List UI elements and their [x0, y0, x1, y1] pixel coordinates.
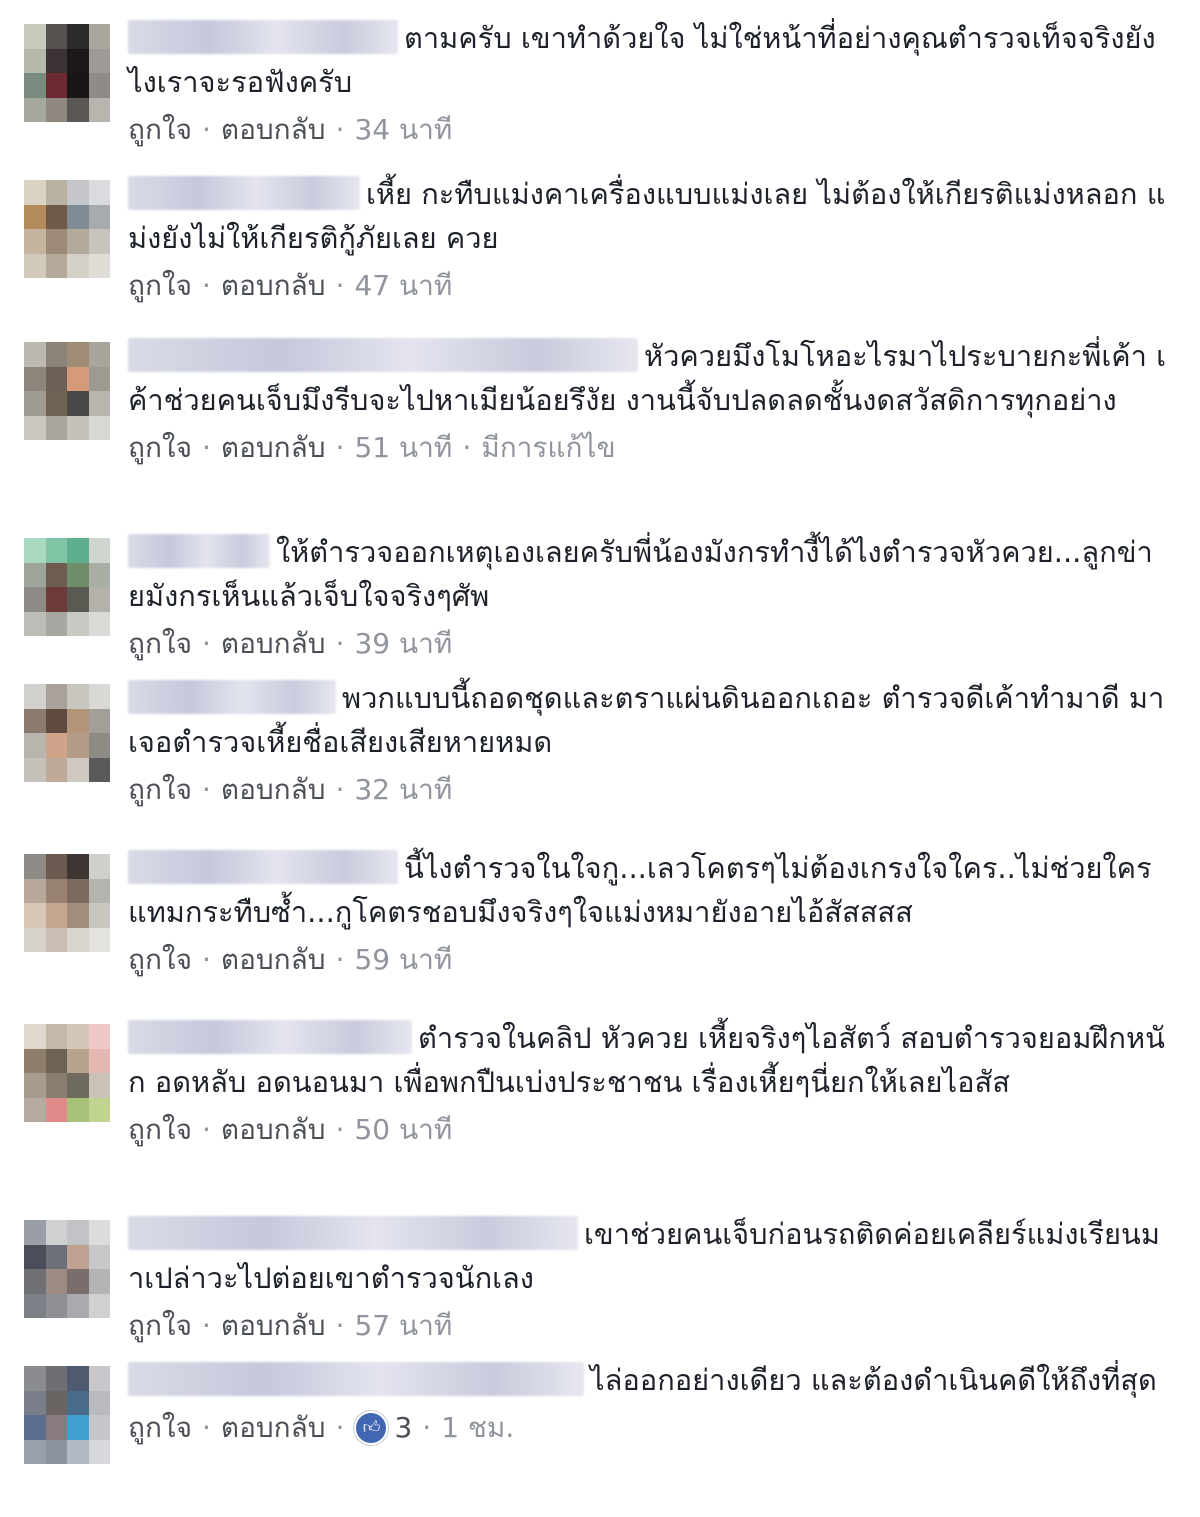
comment-text: ให้ตำรวจออกเหตุเองเลยครับพี่น้องมังกรทำง… — [128, 534, 1153, 613]
commenter-name-blurred[interactable] — [128, 1362, 584, 1396]
comment-text: ตามครับ เขาทำด้วยใจ ไม่ใช่หน้าที่อย่างคุ… — [128, 20, 1156, 99]
separator: · — [335, 1411, 345, 1444]
avatar[interactable] — [24, 854, 110, 952]
like-link[interactable]: ถูกใจ — [128, 1108, 192, 1152]
commenter-name-blurred[interactable] — [128, 1020, 412, 1054]
separator: · — [201, 943, 211, 976]
comment-list: ตามครับ เขาทำด้วยใจ ไม่ใช่หน้าที่อย่างคุ… — [0, 0, 1200, 1517]
comment-actions: ถูกใจ · ตอบกลับ · 👍︎ 3 · 1 ชม. — [128, 1406, 1168, 1450]
comment-text: เขาช่วยคนเจ็บก่อนรถติดค่อยเคลียร์แม่งเรี… — [128, 1216, 1160, 1295]
reply-link[interactable]: ตอบกลับ — [221, 426, 326, 470]
separator: · — [201, 269, 211, 302]
comment-actions: ถูกใจ · ตอบกลับ · 34 นาที — [128, 108, 1168, 152]
like-link[interactable]: ถูกใจ — [128, 1304, 192, 1348]
comment-timestamp[interactable]: 34 นาที — [354, 108, 452, 152]
reply-link[interactable]: ตอบกลับ — [221, 1304, 326, 1348]
reply-link[interactable]: ตอบกลับ — [221, 938, 326, 982]
comment-actions: ถูกใจ · ตอบกลับ · 47 นาที — [128, 264, 1168, 308]
separator: · — [201, 773, 211, 806]
avatar[interactable] — [24, 684, 110, 782]
comment-timestamp[interactable]: 32 นาที — [354, 768, 452, 812]
like-link[interactable]: ถูกใจ — [128, 108, 192, 152]
comment-text: ตำรวจในคลิป หัวควย เหี้ยจริงๆไอสัตว์ สอบ… — [128, 1020, 1165, 1099]
commenter-name-blurred[interactable] — [128, 338, 638, 372]
avatar[interactable] — [24, 1366, 110, 1464]
reply-link[interactable]: ตอบกลับ — [221, 1108, 326, 1152]
like-link[interactable]: ถูกใจ — [128, 768, 192, 812]
separator: · — [201, 431, 211, 464]
commenter-name-blurred[interactable] — [128, 1216, 578, 1250]
separator: · — [462, 431, 472, 464]
comment-timestamp[interactable]: 39 นาที — [354, 622, 452, 666]
reply-link[interactable]: ตอบกลับ — [221, 622, 326, 666]
separator: · — [201, 1113, 211, 1146]
like-icon: 👍︎ — [354, 1411, 389, 1445]
like-link[interactable]: ถูกใจ — [128, 1406, 192, 1450]
commenter-name-blurred[interactable] — [128, 680, 336, 714]
separator: · — [201, 1411, 211, 1444]
separator: · — [335, 773, 345, 806]
separator: · — [335, 1113, 345, 1146]
comment-timestamp[interactable]: 47 นาที — [354, 264, 452, 308]
comment-text: พวกแบบนี้ถอดชุดและตราแผ่นดินออกเถอะ ตำรว… — [128, 680, 1165, 759]
comment-timestamp[interactable]: 51 นาที — [354, 426, 452, 470]
like-link[interactable]: ถูกใจ — [128, 264, 192, 308]
comment-timestamp[interactable]: 50 นาที — [354, 1108, 452, 1152]
comment-actions: ถูกใจ · ตอบกลับ · 59 นาที — [128, 938, 1168, 982]
comment-text: หัวควยมึงโมโหอะไรมาไประบายกะพี่เค้า เค้า… — [128, 338, 1167, 417]
reply-link[interactable]: ตอบกลับ — [221, 264, 326, 308]
commenter-name-blurred[interactable] — [128, 20, 398, 54]
comment-actions: ถูกใจ · ตอบกลับ · 57 นาที — [128, 1304, 1168, 1348]
separator: · — [335, 943, 345, 976]
separator: · — [201, 627, 211, 660]
commenter-name-blurred[interactable] — [128, 850, 398, 884]
separator: · — [335, 113, 345, 146]
reaction-summary[interactable]: 👍︎ 3 — [354, 1406, 412, 1450]
avatar[interactable] — [24, 180, 110, 278]
avatar[interactable] — [24, 1220, 110, 1318]
separator: · — [201, 1309, 211, 1342]
edited-label[interactable]: มีการแก้ไข — [481, 426, 615, 470]
comment-actions: ถูกใจ · ตอบกลับ · 32 นาที — [128, 768, 1168, 812]
comment-actions: ถูกใจ · ตอบกลับ · 50 นาที — [128, 1108, 1168, 1152]
comment-actions: ถูกใจ · ตอบกลับ · 51 นาที · มีการแก้ไข — [128, 426, 1168, 470]
comment-timestamp[interactable]: 57 นาที — [354, 1304, 452, 1348]
avatar[interactable] — [24, 538, 110, 636]
comment-text: เหี้ย กะทืบแม่งคาเครื่องแบบแม่งเลย ไม่ต้… — [128, 176, 1166, 255]
reaction-count: 3 — [394, 1411, 413, 1444]
like-link[interactable]: ถูกใจ — [128, 938, 192, 982]
separator: · — [335, 1309, 345, 1342]
reply-link[interactable]: ตอบกลับ — [221, 1406, 326, 1450]
reply-link[interactable]: ตอบกลับ — [221, 108, 326, 152]
comment-actions: ถูกใจ · ตอบกลับ · 39 นาที — [128, 622, 1168, 666]
separator: · — [335, 269, 345, 302]
avatar[interactable] — [24, 342, 110, 440]
like-link[interactable]: ถูกใจ — [128, 622, 192, 666]
separator: · — [335, 431, 345, 464]
reply-link[interactable]: ตอบกลับ — [221, 768, 326, 812]
separator: · — [201, 113, 211, 146]
separator: · — [422, 1411, 432, 1444]
comment-timestamp[interactable]: 59 นาที — [354, 938, 452, 982]
commenter-name-blurred[interactable] — [128, 534, 270, 568]
commenter-name-blurred[interactable] — [128, 176, 360, 210]
avatar[interactable] — [24, 1024, 110, 1122]
comment-text: ไล่ออกอย่างเดียว และต้องดำเนินคดีให้ถึงท… — [128, 1358, 1168, 1402]
avatar[interactable] — [24, 24, 110, 122]
comment-text: นี้ไงตำรวจในใจกู...เลวโคตรๆไม่ต้องเกรงใจ… — [128, 850, 1152, 929]
separator: · — [335, 627, 345, 660]
comment-timestamp[interactable]: 1 ชม. — [441, 1406, 514, 1450]
like-link[interactable]: ถูกใจ — [128, 426, 192, 470]
